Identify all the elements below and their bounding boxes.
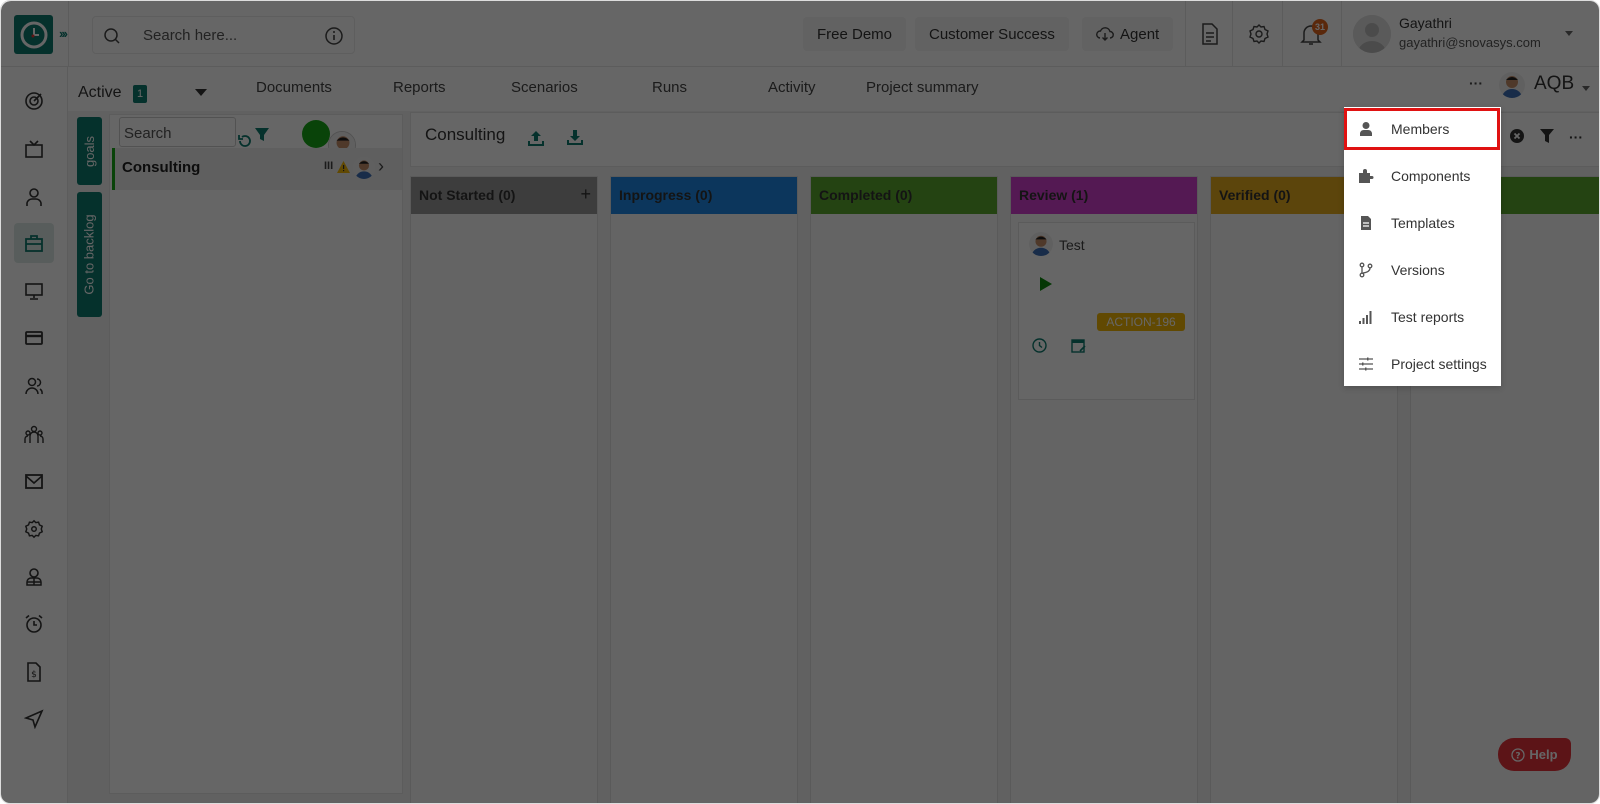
menu-label: Components (1391, 168, 1471, 184)
menu-item-components[interactable]: Components (1344, 155, 1501, 197)
file-icon (1361, 216, 1371, 230)
menu-item-versions[interactable]: Versions (1344, 249, 1501, 291)
menu-label: Versions (1391, 262, 1445, 278)
menu-label: Templates (1391, 215, 1455, 231)
menu-item-members[interactable]: Members (1344, 108, 1500, 150)
puzzle-icon (1359, 169, 1374, 183)
person-icon (1360, 122, 1372, 136)
menu-label: Members (1391, 121, 1450, 137)
signal-bars-icon (1359, 311, 1372, 324)
git-branch-icon (1359, 262, 1373, 278)
project-options-menu: Members Components Templates Versions Te… (1344, 107, 1501, 386)
sliders-icon (1359, 357, 1373, 371)
menu-item-templates[interactable]: Templates (1344, 202, 1501, 244)
menu-item-test-reports[interactable]: Test reports (1344, 296, 1501, 338)
menu-label: Test reports (1391, 309, 1465, 325)
app-window: ››› Search here... Free Demo Customer Su… (0, 0, 1600, 804)
menu-item-project-settings[interactable]: Project settings (1344, 343, 1501, 385)
menu-label: Project settings (1391, 356, 1487, 372)
